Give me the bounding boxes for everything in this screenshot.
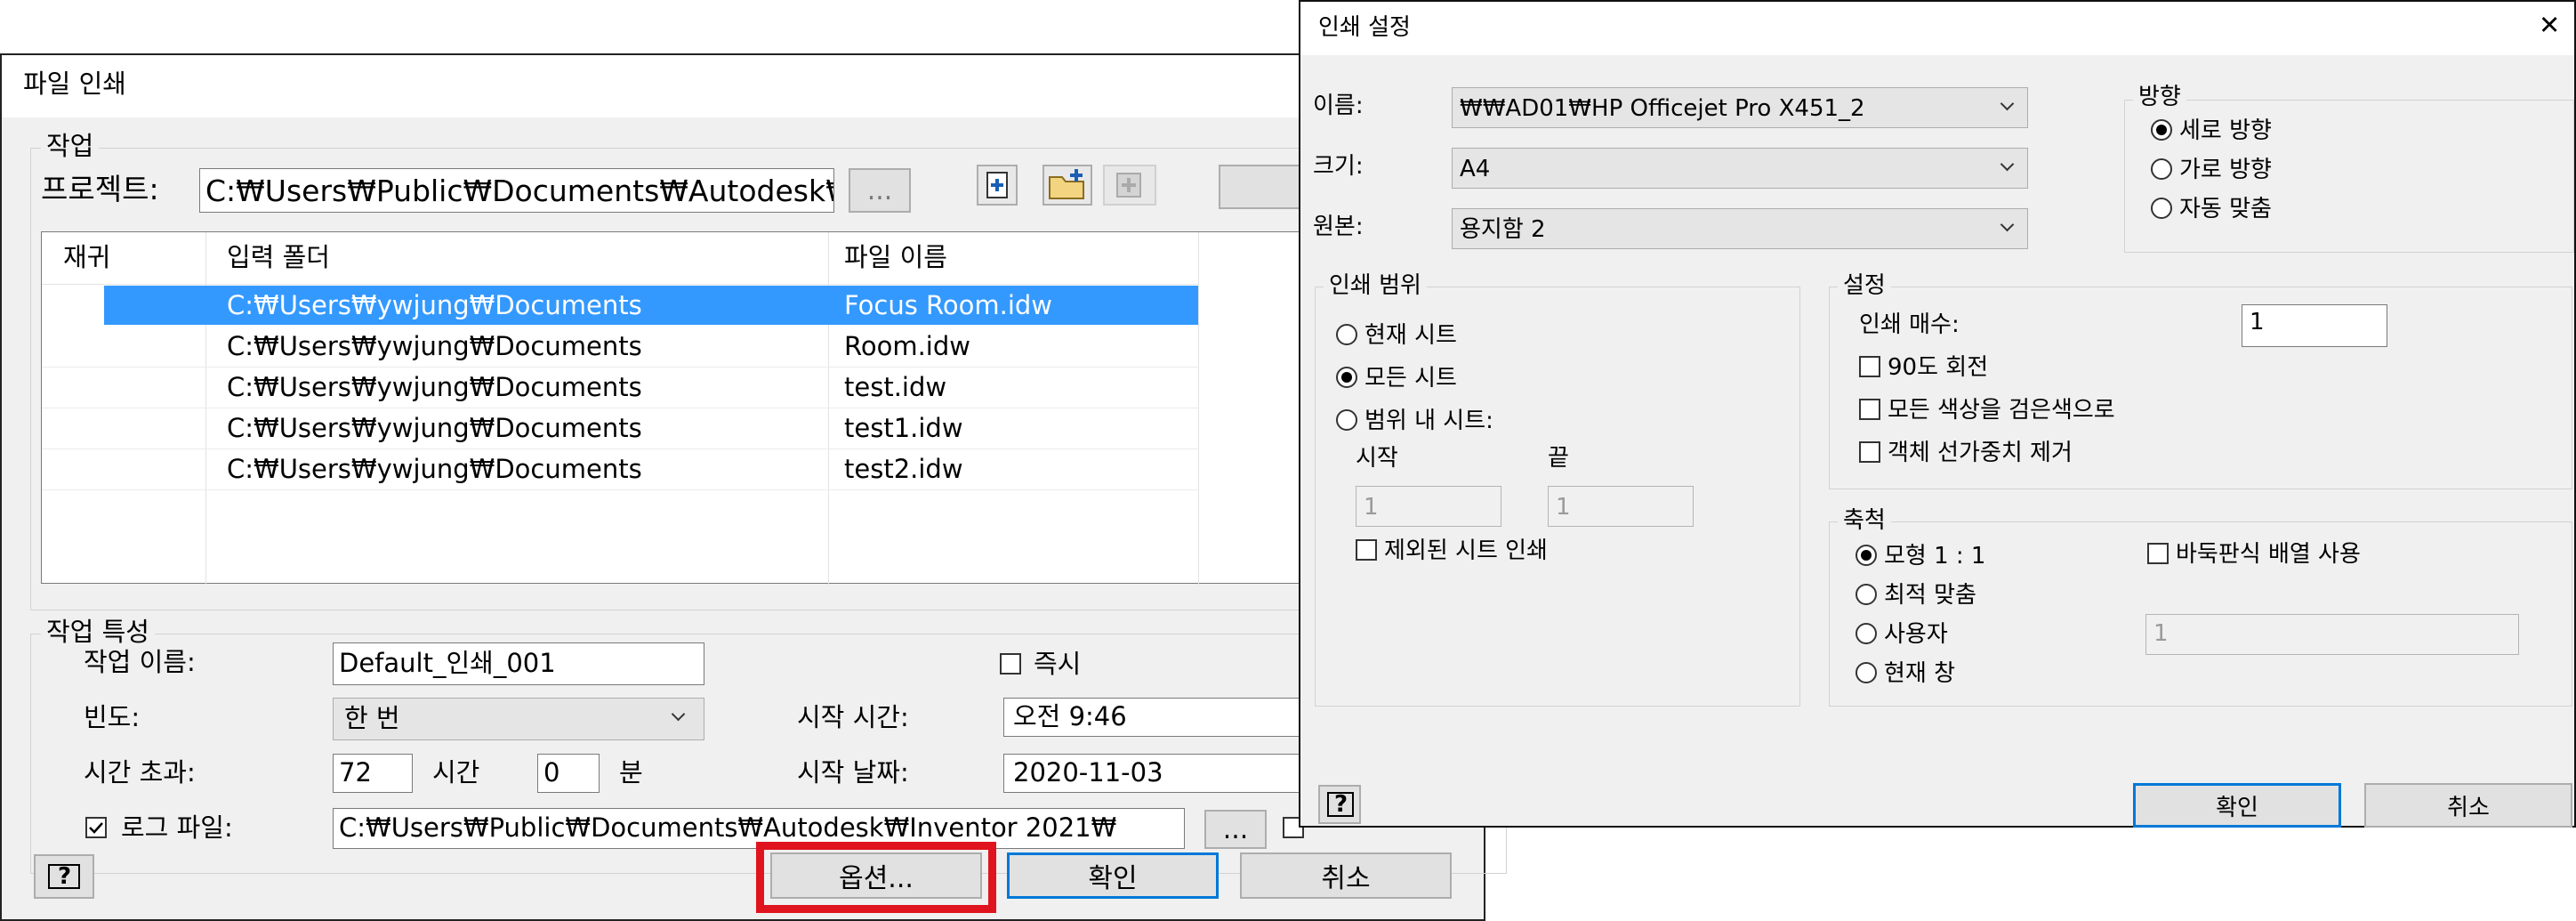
start-date-label: 시작 날짜: <box>797 757 909 788</box>
paper-source-select[interactable]: 용지함 2 <box>1452 208 2028 249</box>
paper-size-label: 크기: <box>1313 153 1364 180</box>
timeout-hours-input[interactable]: 72 <box>333 754 413 793</box>
dialog-title: 파일 인쇄 <box>23 69 126 99</box>
tile-checkbox[interactable] <box>2147 543 2169 564</box>
custom-scale-input[interactable]: 1 <box>2145 614 2519 655</box>
scale-fit-label: 최적 맞춤 <box>1884 582 1976 609</box>
settings-label: 설정 <box>1838 274 1891 297</box>
scale-custom-label: 사용자 <box>1884 621 1948 648</box>
minutes-unit-label: 분 <box>619 757 643 788</box>
remove-item-icon[interactable] <box>1103 165 1156 206</box>
column-header-input-folder[interactable]: 입력 폴더 <box>227 245 330 271</box>
table-row[interactable]: C:₩Users₩ywjung₩Documents test2.idw <box>42 449 1198 490</box>
range-start-label: 시작 <box>1356 445 1398 472</box>
chevron-down-icon <box>2000 96 2015 111</box>
scale-fit-radio[interactable] <box>1856 584 1877 605</box>
hours-unit-label: 시간 <box>432 757 480 788</box>
project-browse-button[interactable]: ... <box>849 168 911 213</box>
orientation-portrait-radio[interactable] <box>2151 119 2172 141</box>
project-label: 프로젝트: <box>41 172 159 206</box>
tile-label: 바둑판식 배열 사용 <box>2176 541 2361 568</box>
orientation-auto-radio[interactable] <box>2151 198 2172 219</box>
column-header-file-name[interactable]: 파일 이름 <box>844 245 947 271</box>
timeout-minutes-input[interactable]: 0 <box>537 754 600 793</box>
chevron-down-icon <box>2000 217 2015 232</box>
range-all-label: 모든 시트 <box>1364 365 1457 392</box>
range-end-input[interactable]: 1 <box>1548 486 1694 527</box>
job-group-label: 작업 <box>41 133 100 159</box>
all-black-label: 모든 색상을 검은색으로 <box>1888 397 2115 424</box>
scale-custom-radio[interactable] <box>1856 623 1877 644</box>
remove-lineweight-label: 객체 선가중치 제거 <box>1888 440 2073 466</box>
rotate-label: 90도 회전 <box>1888 354 1989 381</box>
immediate-checkbox[interactable] <box>1000 653 1021 675</box>
frequency-select[interactable]: 한 번 <box>333 698 704 740</box>
ok-button[interactable]: 확인 <box>2133 783 2341 828</box>
chevron-down-icon <box>671 707 686 722</box>
start-time-label: 시작 시간: <box>797 702 909 732</box>
orientation-landscape-radio[interactable] <box>2151 158 2172 180</box>
job-properties-label: 작업 특성 <box>41 619 155 645</box>
scale-current-window-label: 현재 창 <box>1884 660 1956 687</box>
print-settings-dialog: 인쇄 설정 ✕ 이름: ₩₩AD01₩HP Officejet Pro X451… <box>1299 0 2576 828</box>
column-header-recursive[interactable]: 재귀 <box>63 245 110 271</box>
help-button[interactable]: ? <box>34 854 94 899</box>
orientation-landscape-label: 가로 방향 <box>2179 157 2272 183</box>
project-path-field[interactable]: C:₩Users₩Public₩Documents₩Autodesk₩ <box>199 168 834 213</box>
print-range-label: 인쇄 범위 <box>1324 274 1427 297</box>
copies-input[interactable]: 1 <box>2242 304 2387 347</box>
ok-button[interactable]: 확인 <box>1007 852 1219 899</box>
all-black-checkbox[interactable] <box>1859 399 1880 420</box>
range-current-radio[interactable] <box>1336 324 1357 345</box>
range-all-radio[interactable] <box>1336 367 1357 388</box>
log-file-label: 로그 파일: <box>121 812 233 843</box>
rotate-checkbox[interactable] <box>1859 356 1880 377</box>
copies-label: 인쇄 매수: <box>1859 311 1960 338</box>
close-icon[interactable]: ✕ <box>2539 12 2560 38</box>
dialog-title: 인쇄 설정 <box>1318 14 1411 41</box>
scale-model-label: 모형 1 : 1 <box>1884 543 1986 570</box>
timeout-label: 시간 초과: <box>84 757 196 788</box>
add-file-icon[interactable] <box>977 165 1018 206</box>
job-name-label: 작업 이름: <box>84 647 196 677</box>
printer-name-select[interactable]: ₩₩AD01₩HP Officejet Pro X451_2 <box>1452 87 2028 128</box>
scale-current-window-radio[interactable] <box>1856 662 1877 683</box>
add-folder-icon[interactable] <box>1042 165 1092 206</box>
scale-label: 축척 <box>1838 509 1891 532</box>
remove-lineweight-checkbox[interactable] <box>1859 441 1880 463</box>
paper-source-label: 원본: <box>1313 214 1364 240</box>
table-row[interactable]: C:₩Users₩ywjung₩Documents test1.idw <box>42 408 1198 449</box>
table-row[interactable]: C:₩Users₩ywjung₩Documents Room.idw <box>42 327 1198 368</box>
range-start-input[interactable]: 1 <box>1356 486 1501 527</box>
job-name-input[interactable]: Default_인쇄_001 <box>333 642 704 685</box>
printer-name-label: 이름: <box>1313 93 1364 119</box>
log-file-checkbox[interactable] <box>85 817 107 838</box>
range-sheets-radio[interactable] <box>1336 409 1357 431</box>
file-list[interactable]: 재귀 입력 폴더 파일 이름 C:₩Users₩ywjung₩Documents… <box>41 231 1487 585</box>
title-bar[interactable]: 인쇄 설정 ✕ <box>1300 2 2574 55</box>
range-sheets-label: 범위 내 시트: <box>1364 408 1493 434</box>
orientation-auto-label: 자동 맞춤 <box>2179 196 2272 222</box>
chevron-down-icon <box>2000 157 2015 172</box>
immediate-label: 즉시 <box>1034 649 1082 679</box>
table-row[interactable]: C:₩Users₩ywjung₩Documents Focus Room.idw <box>42 286 1198 327</box>
range-end-label: 끝 <box>1548 445 1569 472</box>
orientation-label: 방향 <box>2133 85 2186 109</box>
cancel-button[interactable]: 취소 <box>1240 852 1452 899</box>
exclude-sheets-checkbox[interactable] <box>1356 539 1377 561</box>
range-current-label: 현재 시트 <box>1364 322 1457 349</box>
help-button[interactable]: ? <box>1318 785 1361 824</box>
print-file-dialog: 파일 인쇄 작업 프로젝트: C:₩Users₩Public₩Documents… <box>0 53 1507 921</box>
scale-model-radio[interactable] <box>1856 545 1877 566</box>
table-row[interactable]: C:₩Users₩ywjung₩Documents test.idw <box>42 368 1198 408</box>
log-file-browse-button[interactable]: ... <box>1204 810 1267 849</box>
cancel-button[interactable]: 취소 <box>2364 783 2572 828</box>
options-button[interactable]: 옵션... <box>770 852 982 899</box>
orientation-portrait-label: 세로 방향 <box>2179 117 2272 144</box>
paper-size-select[interactable]: A4 <box>1452 148 2028 189</box>
frequency-label: 빈도: <box>84 702 141 732</box>
title-bar[interactable]: 파일 인쇄 <box>2 55 1484 117</box>
exclude-sheets-label: 제외된 시트 인쇄 <box>1384 537 1548 564</box>
